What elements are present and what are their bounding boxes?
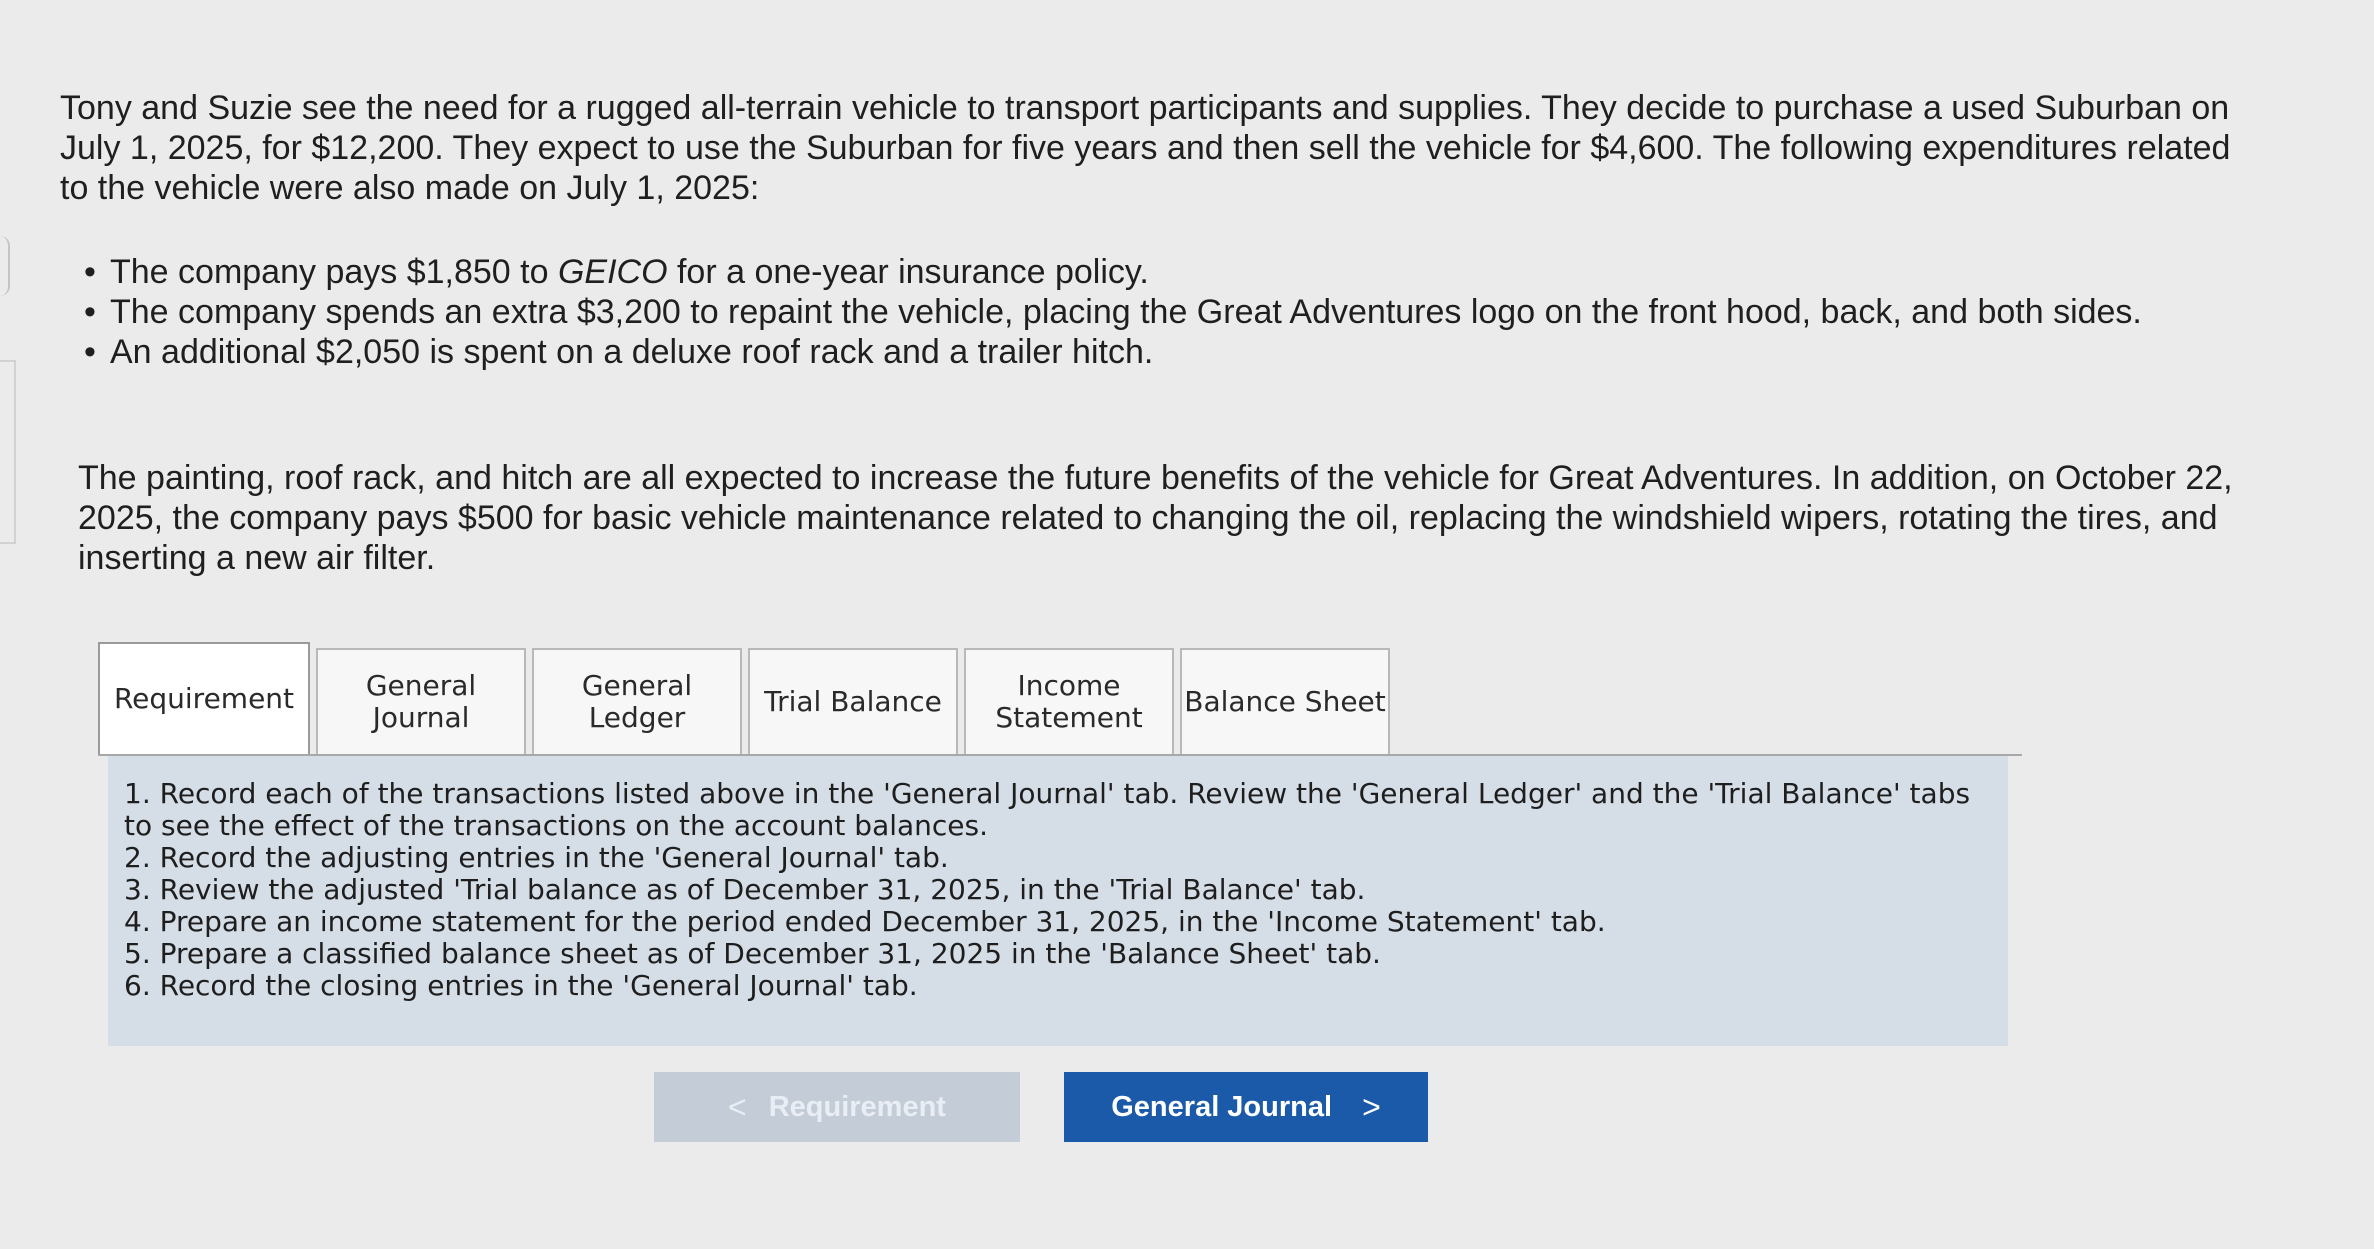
chevron-right-icon: >: [1362, 1088, 1381, 1125]
page-edge-decoration-2: [0, 360, 16, 544]
previous-button-label: Requirement: [768, 1090, 946, 1123]
chevron-left-icon: <: [728, 1088, 747, 1125]
instruction-item: 2. Record the adjusting entries in the '…: [124, 841, 949, 874]
instruction-item: 5. Prepare a classified balance sheet as…: [124, 937, 1381, 970]
bullet-text-company: GEICO: [557, 253, 668, 291]
instructions-panel: 1. Record each of the transactions liste…: [108, 756, 2008, 1046]
instruction-item: 3. Review the adjusted 'Trial balance as…: [124, 873, 1366, 906]
instruction-item: 6. Record the closing entries in the 'Ge…: [124, 969, 918, 1002]
list-item: • The company spends an extra $3,200 to …: [84, 292, 2230, 332]
tab-requirement[interactable]: Requirement: [98, 642, 310, 754]
tab-general-journal[interactable]: General Journal: [316, 648, 526, 754]
bullet-text: An additional $2,050 is spent on a delux…: [110, 333, 1154, 371]
expenditure-list: • The company pays $1,850 to GEICO for a…: [84, 252, 2230, 372]
tab-general-ledger[interactable]: General Ledger: [532, 648, 742, 754]
bullet-text: The company spends an extra $3,200 to re…: [110, 293, 2142, 331]
tab-bar: Requirement General Journal General Ledg…: [98, 642, 1396, 754]
tab-balance-sheet[interactable]: Balance Sheet: [1180, 648, 1390, 754]
instruction-item: 1. Record each of the transactions liste…: [124, 777, 1971, 842]
tab-income-statement[interactable]: Income Statement: [964, 648, 1174, 754]
bullet-icon: •: [84, 293, 96, 331]
next-general-journal-button[interactable]: General Journal >: [1064, 1072, 1428, 1142]
bullet-text-end: for a one-year insurance policy.: [667, 253, 1149, 291]
problem-intro: Tony and Suzie see the need for a rugged…: [60, 89, 2231, 207]
bullet-icon: •: [84, 253, 96, 291]
instruction-item: 4. Prepare an income statement for the p…: [124, 905, 1606, 938]
tab-trial-balance[interactable]: Trial Balance: [748, 648, 958, 754]
page: Tony and Suzie see the need for a rugged…: [0, 0, 2374, 1249]
page-edge-decoration: [0, 236, 10, 296]
problem-paragraph: The painting, roof rack, and hitch are a…: [78, 459, 2233, 577]
bullet-text-start: The company pays $1,850 to: [110, 253, 558, 291]
bullet-icon: •: [84, 333, 96, 371]
previous-requirement-button[interactable]: < Requirement: [654, 1072, 1020, 1142]
list-item: • An additional $2,050 is spent on a del…: [84, 332, 2230, 372]
list-item: • The company pays $1,850 to GEICO for a…: [84, 252, 2230, 292]
next-button-label: General Journal: [1111, 1090, 1333, 1123]
